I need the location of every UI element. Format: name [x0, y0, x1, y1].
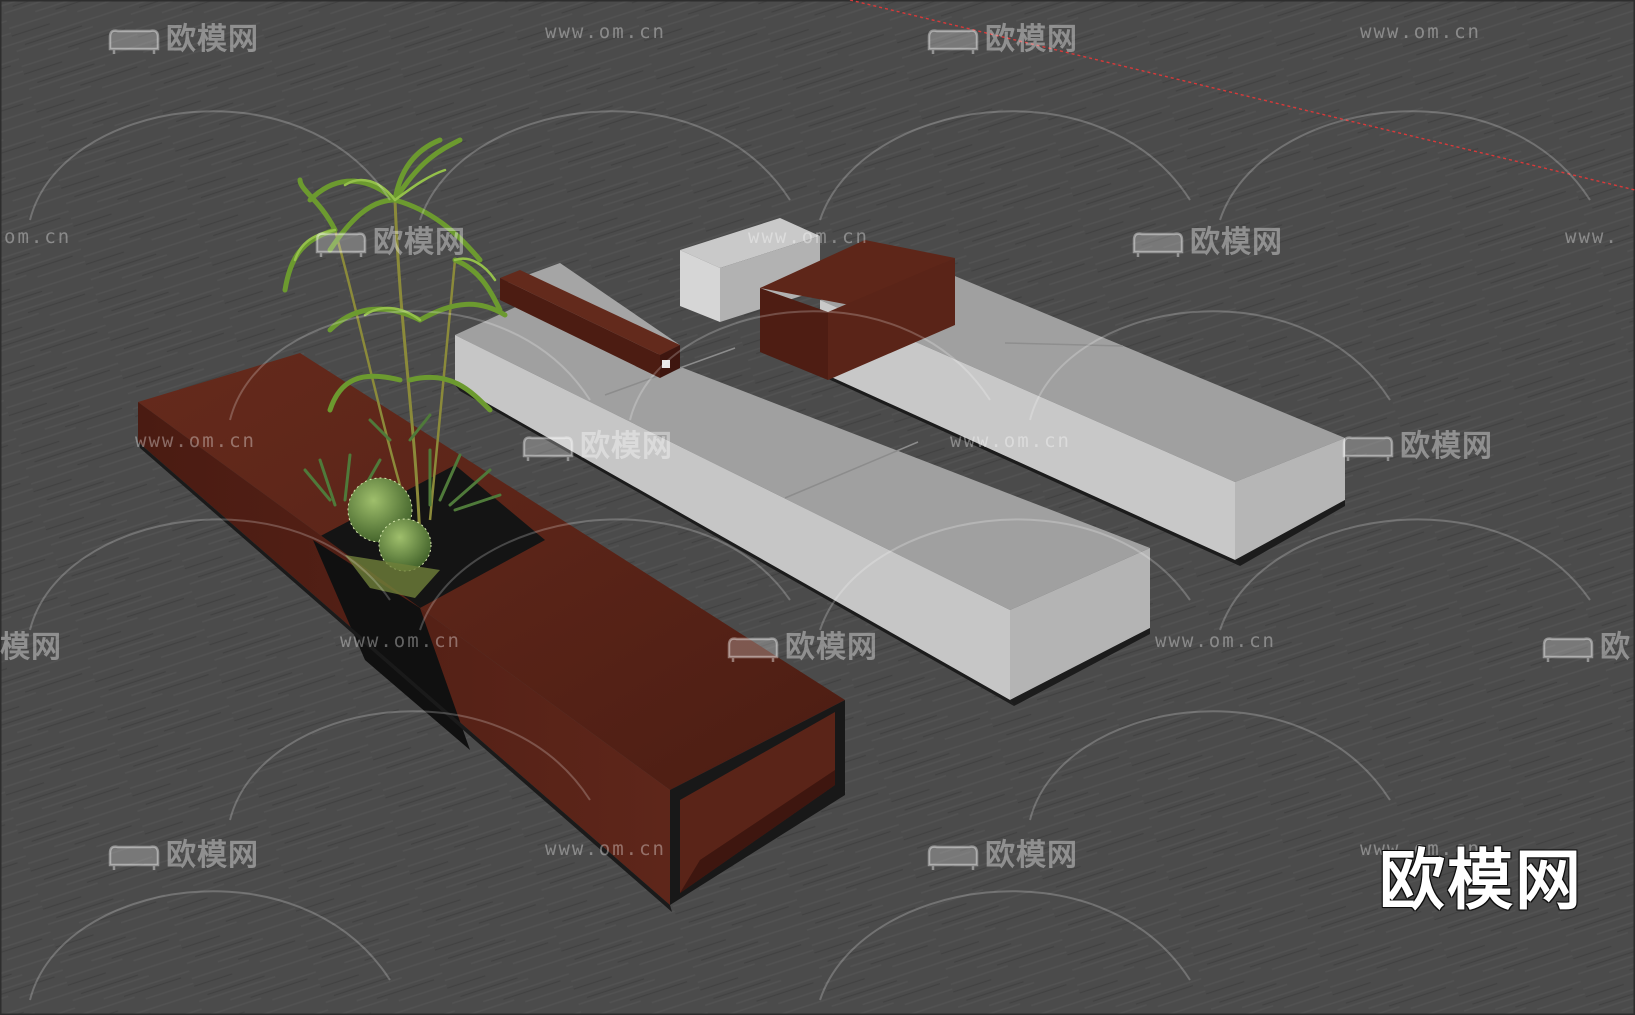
sofa-icon	[315, 231, 367, 257]
sofa-icon	[522, 435, 574, 461]
watermark-url: www.om.cn	[135, 430, 256, 452]
sofa-icon	[1342, 435, 1394, 461]
watermark-logo: 欧模网	[925, 14, 1078, 58]
sofa-icon	[108, 28, 160, 54]
sofa-icon	[927, 844, 979, 870]
sofa-icon	[108, 844, 160, 870]
watermark-url: www.om.cn	[545, 838, 666, 860]
sofa-icon	[1132, 231, 1184, 257]
sofa-icon	[927, 28, 979, 54]
watermark-url: www.om.cn	[545, 21, 666, 43]
watermark-logo: 欧模网	[313, 217, 466, 261]
watermark-url-partial: www.	[1565, 226, 1619, 248]
watermark-logo: 欧模网	[925, 830, 1078, 874]
watermark-logo: 欧模网	[106, 14, 259, 58]
watermark-logo: 欧模网	[520, 421, 673, 465]
sofa-icon	[727, 636, 779, 662]
watermark-logo-partial: 模网	[0, 630, 62, 665]
watermark-url-partial: om.cn	[4, 226, 72, 248]
watermark-url: www.om.cn	[1360, 21, 1481, 43]
watermark-logo: 欧模网	[106, 830, 259, 874]
watermark-logo-partial: 欧	[1540, 622, 1631, 666]
watermark-url: www.om.cn	[1155, 630, 1276, 652]
watermark-logo: 欧模网	[1130, 217, 1283, 261]
watermark-logo: 欧模网	[1340, 421, 1493, 465]
watermark-url: www.om.cn	[950, 430, 1071, 452]
watermark-logo: 欧模网	[725, 622, 878, 666]
brand-logo: 欧模网	[1379, 842, 1583, 919]
watermark-url: www.om.cn	[748, 226, 869, 248]
watermark-url: www.om.cn	[340, 630, 461, 652]
sofa-icon	[1542, 636, 1594, 662]
